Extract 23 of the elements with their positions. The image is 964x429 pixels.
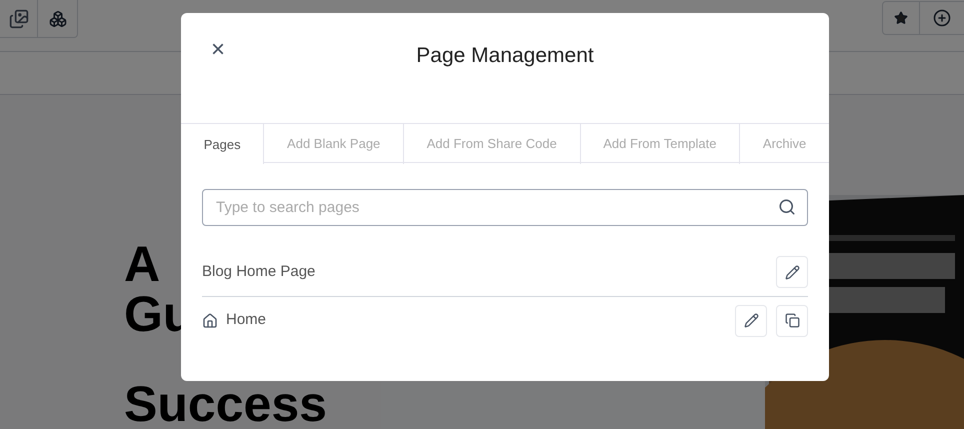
page-name[interactable]: Blog Home Page	[202, 260, 776, 284]
add-button[interactable]	[920, 1, 964, 35]
media-button[interactable]	[0, 0, 38, 38]
blocks-button[interactable]	[38, 0, 78, 38]
add-circle-icon	[933, 9, 951, 27]
headline-line: Success	[124, 379, 327, 429]
pencil-icon	[744, 313, 758, 328]
duplicate-button[interactable]	[776, 304, 808, 336]
copy-icon	[784, 313, 800, 328]
home-icon	[202, 312, 218, 328]
favorite-button[interactable]	[882, 1, 920, 35]
images-icon	[8, 8, 28, 28]
boxes-icon	[48, 10, 66, 28]
search-field[interactable]: Type to search pages	[202, 189, 808, 226]
page-name[interactable]: Home	[226, 309, 735, 332]
search-icon	[778, 198, 796, 216]
edit-button[interactable]	[735, 304, 767, 336]
edit-button[interactable]	[776, 256, 808, 288]
star-icon	[894, 11, 908, 25]
close-button[interactable]: ×	[208, 37, 228, 63]
headline-line: A	[124, 239, 160, 289]
pencil-icon	[784, 264, 800, 280]
modal-title: Page Management	[416, 43, 594, 70]
